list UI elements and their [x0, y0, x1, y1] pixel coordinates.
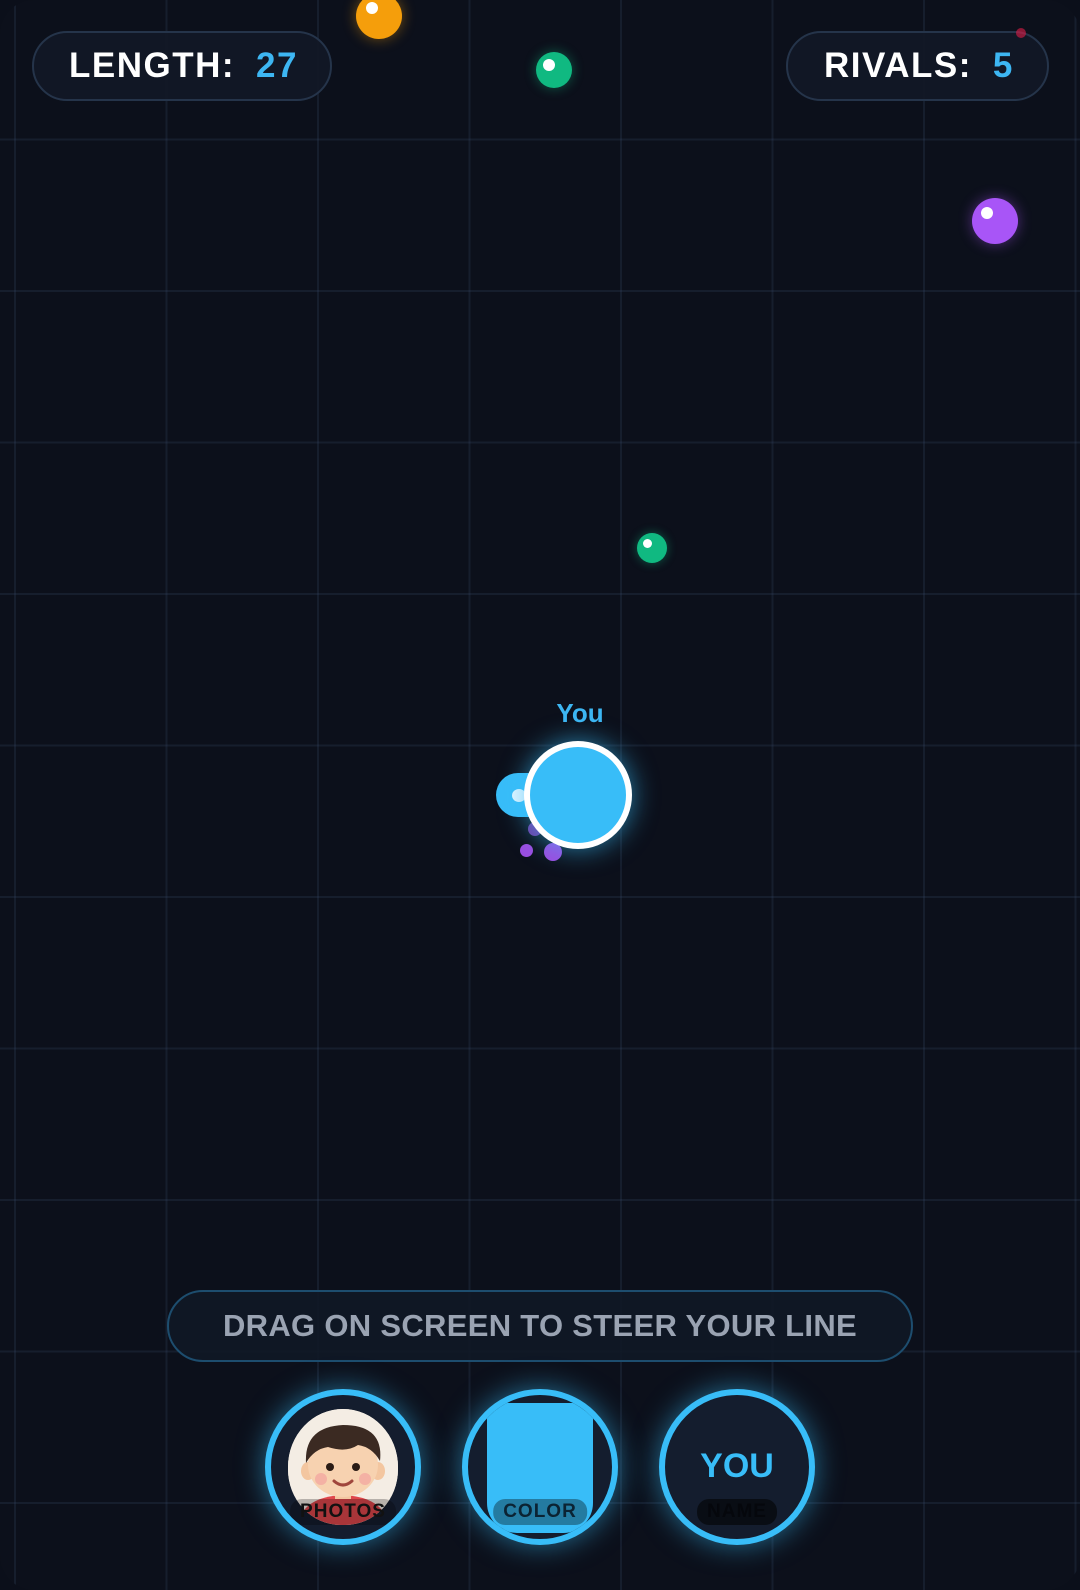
food-orb-orange — [356, 0, 402, 39]
player-name-label: You — [556, 698, 604, 728]
photos-button[interactable]: PHOTOS — [265, 1389, 421, 1545]
length-counter: LENGTH: 27 — [32, 31, 332, 101]
orb-shine — [366, 2, 378, 14]
color-button[interactable]: COLOR — [462, 1389, 618, 1545]
orb-shine — [981, 207, 993, 219]
food-orb-purple — [972, 198, 1018, 244]
color-label: COLOR — [493, 1499, 587, 1525]
steer-hint: DRAG ON SCREEN TO STEER YOUR LINE — [167, 1290, 913, 1362]
name-label: NAME — [697, 1499, 777, 1525]
name-value: YOU — [700, 1447, 774, 1485]
food-orb-pink — [1016, 28, 1026, 38]
photos-label: PHOTOS — [290, 1499, 396, 1525]
length-value: 27 — [256, 46, 298, 85]
game-canvas[interactable]: LENGTH: 27 RIVALS: 5 You DRAG ON SCREEN … — [0, 0, 1080, 1590]
rivals-counter: RIVALS: 5 — [786, 31, 1049, 101]
name-button[interactable]: YOU NAME — [659, 1389, 815, 1545]
food-orb-green — [536, 52, 572, 88]
rivals-label: RIVALS: — [824, 46, 972, 85]
orb-shine — [543, 59, 555, 71]
player-snake-head — [524, 741, 632, 849]
particle — [520, 844, 533, 857]
food-orb-green — [637, 533, 667, 563]
orb-shine — [643, 539, 652, 548]
length-label: LENGTH: — [69, 46, 236, 85]
rivals-value: 5 — [992, 46, 1014, 85]
